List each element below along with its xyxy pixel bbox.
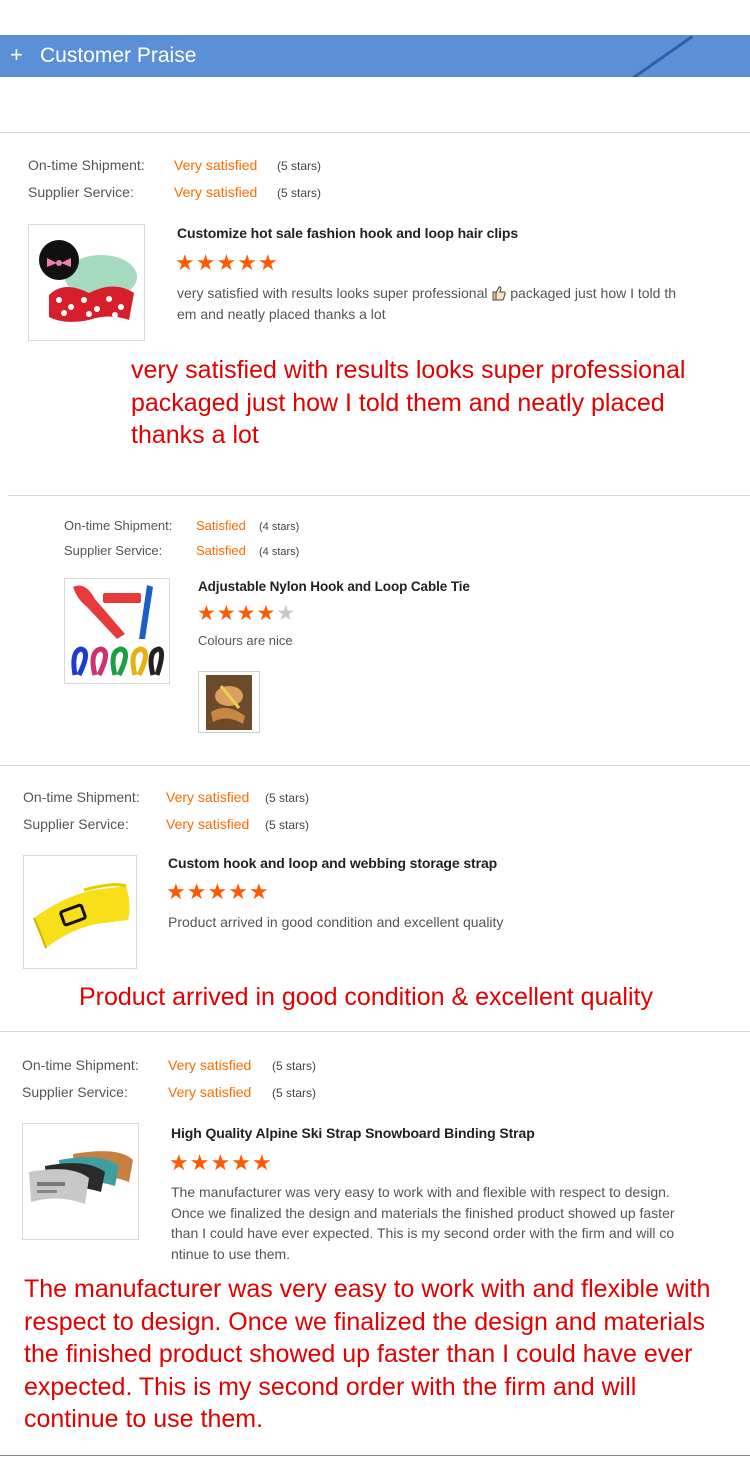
divider bbox=[0, 765, 750, 766]
star-filled-icon: ★ bbox=[256, 602, 277, 625]
review-text: Colours are nice bbox=[198, 633, 293, 648]
star-filled-icon: ★ bbox=[228, 879, 249, 904]
product-title[interactable]: Custom hook and loop and webbing storage… bbox=[168, 854, 497, 872]
star-filled-icon: ★ bbox=[186, 879, 208, 904]
service-rating: Very satisfied bbox=[168, 1084, 252, 1100]
product-title[interactable]: High Quality Alpine Ski Strap Snowboard … bbox=[171, 1124, 535, 1142]
shipment-rating: Satisfied bbox=[196, 518, 246, 533]
star-filled-icon: ★ bbox=[257, 250, 279, 275]
review-text: The manufacturer was very easy to work w… bbox=[171, 1182, 749, 1264]
star-rating: ★★★★★ bbox=[175, 251, 279, 275]
shipment-stars-count: (5 stars) bbox=[277, 159, 322, 173]
shipment-stars-count: (5 stars) bbox=[272, 1059, 317, 1073]
thumbs-up-icon bbox=[491, 285, 506, 301]
star-filled-icon: ★ bbox=[231, 1150, 252, 1175]
service-label: Supplier Service: bbox=[64, 543, 163, 558]
product-title[interactable]: Customize hot sale fashion hook and loop… bbox=[177, 224, 518, 242]
service-stars-count: (4 stars) bbox=[259, 546, 300, 558]
review-line-2: em and neatly placed thanks a lot bbox=[177, 305, 386, 322]
star-filled-icon: ★ bbox=[169, 1150, 190, 1175]
review-line-1: The manufacturer was very easy to work w… bbox=[171, 1184, 670, 1200]
product-title[interactable]: Adjustable Nylon Hook and Loop Cable Tie bbox=[198, 578, 470, 596]
customer-photo-thumbnail[interactable] bbox=[198, 671, 260, 733]
review-text: Product arrived in good condition and ex… bbox=[168, 914, 504, 930]
review-line-1b: packaged just how I told th bbox=[510, 285, 677, 301]
divider bbox=[0, 1455, 750, 1456]
service-rating: Very satisfied bbox=[174, 184, 258, 200]
storage-strap-product-image[interactable] bbox=[23, 855, 137, 969]
section-header[interactable]: + Customer Praise bbox=[0, 35, 750, 77]
star-filled-icon: ★ bbox=[166, 879, 187, 904]
star-filled-icon: ★ bbox=[207, 879, 229, 904]
star-filled-icon: ★ bbox=[189, 1150, 211, 1175]
review-line-4: ntinue to use them. bbox=[171, 1245, 291, 1262]
shipment-label: On-time Shipment: bbox=[28, 157, 145, 173]
shipment-label: On-time Shipment: bbox=[23, 789, 140, 805]
shipment-label: On-time Shipment: bbox=[22, 1057, 139, 1073]
star-filled-icon: ★ bbox=[237, 250, 258, 275]
hair-clip-product-image[interactable] bbox=[28, 224, 145, 341]
service-label: Supplier Service: bbox=[28, 184, 134, 200]
star-filled-icon: ★ bbox=[175, 250, 196, 275]
star-filled-icon: ★ bbox=[251, 1150, 273, 1175]
divider bbox=[8, 495, 750, 496]
service-stars-count: (5 stars) bbox=[272, 1086, 317, 1100]
star-filled-icon: ★ bbox=[248, 879, 270, 904]
ski-strap-product-image[interactable] bbox=[22, 1123, 139, 1240]
review-caption: Product arrived in good condition & exce… bbox=[79, 983, 653, 1011]
decorative-stripe bbox=[609, 35, 694, 77]
star-filled-icon: ★ bbox=[210, 1150, 232, 1175]
service-stars-count: (5 stars) bbox=[265, 818, 310, 832]
review-caption: very satisfied with results looks super … bbox=[131, 356, 686, 449]
divider bbox=[0, 1031, 750, 1032]
shipment-label: On-time Shipment: bbox=[64, 518, 173, 533]
section-title: Customer Praise bbox=[40, 44, 197, 67]
star-empty-icon: ★ bbox=[276, 602, 297, 625]
star-filled-icon: ★ bbox=[236, 602, 257, 625]
star-filled-icon: ★ bbox=[195, 250, 217, 275]
star-rating: ★★★★★ bbox=[166, 880, 270, 904]
divider bbox=[0, 132, 750, 133]
service-label: Supplier Service: bbox=[22, 1084, 128, 1100]
review-caption: The manufacturer was very easy to work w… bbox=[24, 1275, 711, 1433]
star-rating: ★★★★★ bbox=[169, 1151, 273, 1175]
shipment-stars-count: (5 stars) bbox=[265, 791, 310, 805]
review-line-2: Once we finalized the design and materia… bbox=[171, 1204, 675, 1221]
shipment-rating: Very satisfied bbox=[166, 789, 250, 805]
review-line-3: than I could have ever expected. This is… bbox=[171, 1225, 675, 1241]
star-filled-icon: ★ bbox=[197, 602, 217, 625]
review-text: very satisfied with results looks super … bbox=[177, 283, 747, 324]
shipment-rating: Very satisfied bbox=[168, 1057, 252, 1073]
review-line-1: very satisfied with results looks super … bbox=[177, 285, 488, 301]
service-stars-count: (5 stars) bbox=[277, 186, 322, 200]
service-rating: Very satisfied bbox=[166, 816, 250, 832]
service-rating: Satisfied bbox=[196, 543, 246, 558]
shipment-stars-count: (4 stars) bbox=[259, 521, 300, 533]
expand-plus-icon[interactable]: + bbox=[10, 41, 23, 69]
shipment-rating: Very satisfied bbox=[174, 157, 258, 173]
star-rating: ★★★★★ bbox=[197, 602, 296, 626]
star-filled-icon: ★ bbox=[216, 602, 237, 625]
service-label: Supplier Service: bbox=[23, 816, 129, 832]
star-filled-icon: ★ bbox=[216, 250, 238, 275]
cable-tie-product-image[interactable] bbox=[64, 578, 170, 684]
